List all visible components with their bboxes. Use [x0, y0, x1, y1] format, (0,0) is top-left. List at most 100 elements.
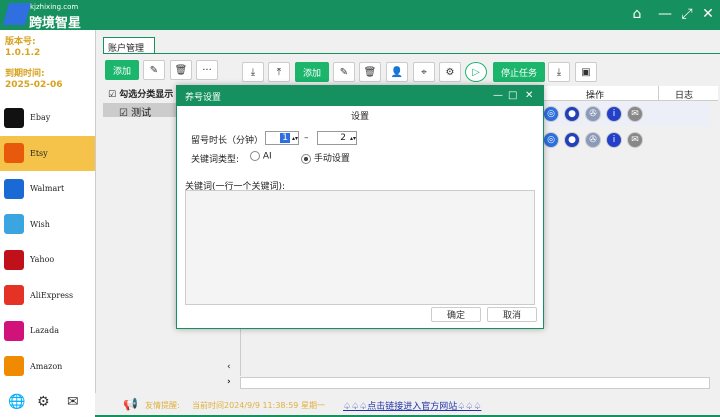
walmart-logo-icon	[4, 178, 24, 199]
tab-account-management[interactable]: 账户管理	[103, 37, 155, 54]
sidebar-item-ebay[interactable]: Ebay	[0, 100, 95, 135]
radiation-icon[interactable]: ✇	[585, 106, 601, 122]
group-item[interactable]: ☑ 测试	[103, 103, 183, 119]
horizontal-scrollbar[interactable]	[240, 377, 710, 389]
account-nurture-dialog: 养号设置 — □ ✕ 设置 留号时长（分钟） 1 ▴▾ – 2 ▴▾ 关键词类型: …	[176, 85, 544, 329]
edit-icon[interactable]: ✎	[143, 60, 165, 80]
max-duration-stepper[interactable]: 2 ▴▾	[317, 131, 357, 145]
amazon-logo-icon	[4, 356, 24, 376]
mail-icon[interactable]: ✉	[627, 132, 643, 148]
edit-icon[interactable]: ✎	[333, 62, 355, 82]
mail-icon[interactable]: ✉	[627, 106, 643, 122]
more-button[interactable]: ···	[196, 60, 218, 80]
radio-manual[interactable]: 手动设置	[301, 151, 350, 164]
close-icon[interactable]: ✕	[699, 6, 717, 22]
app-name: 跨境智星	[29, 16, 82, 31]
header-ops: 操作	[586, 91, 605, 101]
divider	[103, 53, 720, 54]
notice-label: 友情提醒:	[145, 401, 180, 410]
select-all-checkbox[interactable]: ☑ 勾选分类显示	[108, 87, 173, 100]
scroll-left-icon[interactable]: ‹	[227, 362, 231, 372]
version-label: 版本号:	[5, 37, 36, 47]
logo-icon	[3, 3, 31, 25]
home-icon[interactable]: ⌂	[628, 6, 646, 22]
range-dash: –	[304, 133, 309, 143]
version: 1.0.1.2	[5, 48, 41, 58]
chrome-icon[interactable]: ◎	[543, 132, 559, 148]
minimize-icon[interactable]: —	[656, 6, 674, 22]
cookie-icon[interactable]: ●	[564, 106, 580, 122]
lazada-logo-icon	[4, 320, 24, 341]
aliexpress-logo-icon	[4, 285, 24, 305]
add-account-button[interactable]: 添加	[295, 62, 329, 82]
stop-task-button[interactable]: 停止任务	[493, 62, 545, 82]
expand-icon[interactable]: ›	[227, 377, 231, 387]
sidebar-item-label: Walmart	[30, 184, 65, 193]
sidebar-item-label: Yahoo	[30, 255, 55, 264]
sidebar-item-amazon[interactable]: Amazon	[0, 349, 95, 384]
sidebar-item-label: Wish	[30, 219, 50, 229]
keyword-type-label: 关键词类型:	[191, 155, 240, 165]
dialog-title: 养号设置	[177, 86, 543, 106]
sidebar-item-label: Ebay	[30, 113, 51, 122]
cancel-button[interactable]: 取消	[487, 307, 537, 322]
etsy-logo-icon	[4, 143, 24, 163]
gear-icon[interactable]: ⚙	[37, 394, 50, 410]
android-icon[interactable]: ▣	[575, 62, 597, 82]
info-icon[interactable]: i	[606, 106, 622, 122]
sidebar-item-yahoo[interactable]: Yahoo	[0, 242, 95, 277]
add-group-button[interactable]: 添加	[105, 60, 139, 80]
radio-ai[interactable]: AI	[250, 151, 272, 162]
row-ops: ◎ ● ✇ i ✉	[543, 132, 648, 148]
settings-icon[interactable]: ⚙	[439, 62, 461, 82]
dialog-heading: 设置	[351, 112, 370, 122]
info-icon[interactable]: i	[606, 132, 622, 148]
official-site-link[interactable]: ♤♤♤点击链接进入官方网站♤♤♤	[343, 399, 481, 412]
sidebar-item-label: Amazon	[30, 361, 63, 371]
current-time: 当前时间2024/9/9 11:38:59 星期一	[192, 401, 325, 410]
select-all-label: 勾选分类显示	[119, 90, 174, 100]
cookie-icon[interactable]: ●	[564, 132, 580, 148]
sidebar-item-label: Lazada	[30, 326, 59, 335]
location-icon[interactable]: ⌖	[413, 62, 435, 82]
delete-icon[interactable]: 🗑	[359, 62, 381, 82]
sidebar-item-wish[interactable]: Wish	[0, 207, 95, 242]
sidebar-item-lazada[interactable]: Lazada	[0, 313, 95, 348]
globe-icon[interactable]: 🌐	[8, 394, 25, 410]
import-icon[interactable]: ⤓	[242, 62, 264, 82]
sidebar-item-walmart[interactable]: Walmart	[0, 171, 95, 206]
expiry-label: 到期时间:	[5, 69, 45, 79]
title-bar: kjzhixing.com 跨境智星 ⌂ — ⤢ ✕	[0, 0, 720, 31]
sidebar: 版本号: 1.0.1.2 到期时间: 2025-02-06 Ebay Etsy Wa…	[0, 30, 95, 410]
yahoo-logo-icon	[4, 249, 24, 270]
status-bar: 📢 友情提醒: 当前时间2024/9/9 11:38:59 星期一 ♤♤♤点击链…	[95, 393, 720, 417]
duration-label: 留号时长（分钟）	[191, 136, 264, 146]
minimize-icon[interactable]: —	[493, 90, 503, 101]
row-ops: ◎ ● ✇ i ✉	[543, 106, 648, 122]
sidebar-item-aliexpress[interactable]: AliExpress	[0, 278, 95, 313]
maximize-icon[interactable]: ⤢	[678, 6, 696, 22]
maximize-icon[interactable]: □	[508, 90, 517, 101]
site-url: kjzhixing.com	[30, 3, 79, 11]
play-icon[interactable]: ▷	[465, 62, 487, 82]
min-duration-stepper[interactable]: 1 ▴▾	[265, 131, 299, 145]
ebay-logo-icon	[4, 107, 24, 128]
sidebar-item-etsy[interactable]: Etsy	[0, 135, 95, 171]
megaphone-icon: 📢	[123, 397, 138, 411]
sidebar-item-label: Etsy	[30, 148, 48, 158]
user-settings-icon[interactable]: 👤	[386, 62, 408, 82]
delete-icon[interactable]: 🗑	[170, 60, 192, 80]
group-label: 测试	[131, 108, 152, 119]
ok-button[interactable]: 确定	[431, 307, 481, 322]
keywords-textarea[interactable]	[185, 190, 535, 305]
radiation-icon[interactable]: ✇	[585, 132, 601, 148]
chrome-icon[interactable]: ◎	[543, 106, 559, 122]
download-icon[interactable]: ⤓	[548, 62, 570, 82]
mail-icon[interactable]: ✉	[67, 394, 79, 410]
radio-ai-label: AI	[262, 151, 272, 162]
close-icon[interactable]: ✕	[525, 90, 533, 101]
wish-logo-icon	[4, 214, 24, 234]
export-icon[interactable]: ⤒	[268, 62, 290, 82]
header-log: 日志	[675, 91, 694, 101]
radio-manual-label: 手动设置	[313, 154, 350, 164]
